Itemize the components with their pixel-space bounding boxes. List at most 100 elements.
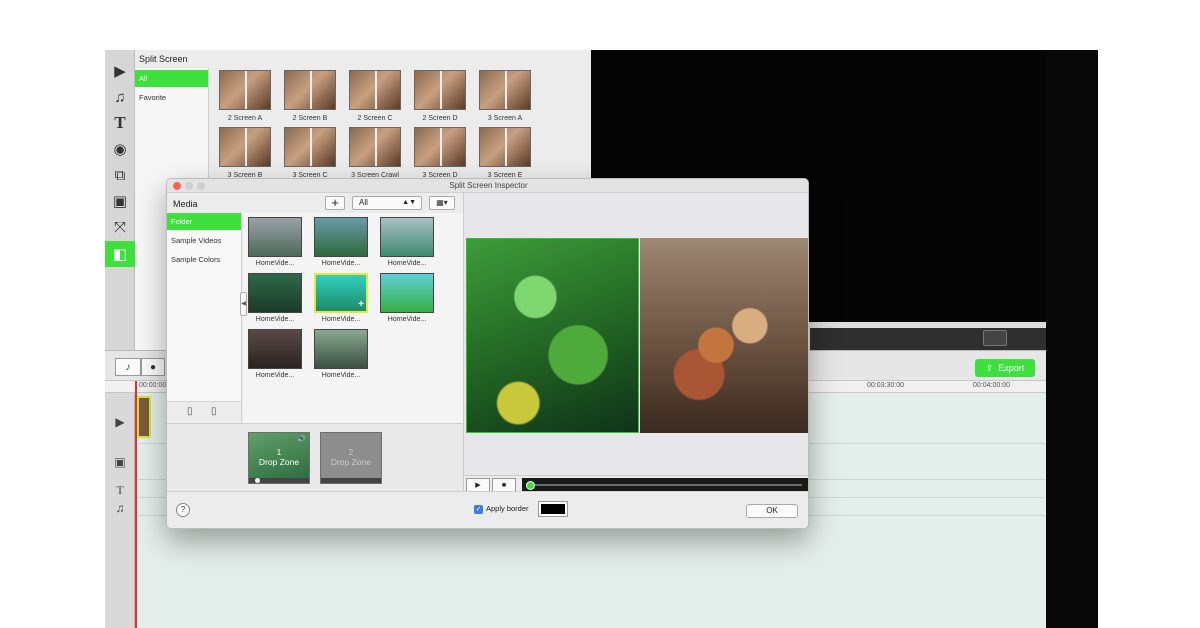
media-icon[interactable]: ▶ [107,60,133,82]
add-media-button[interactable]: + [325,196,345,210]
overlay-icon[interactable]: ⧉ [107,164,133,186]
export-icon: ⇪ [985,362,994,373]
media-thumbnail [380,273,434,313]
split-preset-2-screen-b[interactable]: 2 Screen B [282,70,338,126]
split-preset-3-screen-d[interactable]: 3 Screen D [412,127,468,183]
media-item[interactable]: HomeVide... [313,329,369,383]
media-name: HomeVide... [321,372,361,379]
play-icon[interactable]: ▶ [466,478,490,492]
export-label: Export [998,363,1025,373]
text-track-icon: T [116,483,124,497]
media-item[interactable]: HomeVide... [379,217,435,271]
microphone-icon[interactable]: ● [141,358,165,376]
speaker-icon[interactable]: 🔊 [297,435,306,443]
split-preset-3-screen-a[interactable]: 3 Screen A [477,70,533,126]
window-backdrop [1046,50,1098,628]
media-thumbnail [248,217,302,257]
split-preset-2-screen-a[interactable]: 2 Screen A [217,70,273,126]
media-name: HomeVide... [387,316,427,323]
music-track-icon: ♫ [115,501,125,515]
drop-zone-label: Drop Zone [258,457,300,467]
media-header: Media [173,199,198,209]
media-grid: HomeVide... HomeVide... HomeVide... Home… [243,213,463,460]
preview-controls [810,328,1046,350]
preset-thumbnail [479,127,531,167]
split-preset-2-screen-c[interactable]: 2 Screen C [347,70,403,126]
preview-scrubber[interactable] [522,478,808,492]
drop-zone-number: 2 [348,448,354,457]
media-item[interactable]: HomeVide... [379,273,435,327]
dialog-title: Split Screen Inspector [449,181,528,190]
preset-thumbnail [284,127,336,167]
sidebar-item-folder[interactable]: Folder [167,213,241,230]
border-color-swatch[interactable] [538,501,568,517]
tool-rail: ▶ ♫ T ◉ ⧉ ▣ ⤧ ◧ [105,50,135,350]
help-button[interactable]: ? [176,503,190,517]
media-thumbnail [314,217,368,257]
video-clip[interactable] [137,396,151,438]
apply-border-checkbox[interactable]: ✓ [474,505,483,514]
media-item-selected[interactable]: + HomeVide... [313,273,369,327]
music-icon[interactable]: ♫ [107,86,133,108]
preset-label: 2 Screen A [227,115,263,122]
media-name: HomeVide... [255,260,295,267]
split-preset-3-screen-c[interactable]: 3 Screen C [282,127,338,183]
media-thumbnail: + [314,273,368,313]
media-item[interactable]: HomeVide... [313,217,369,271]
track-headers: ▶ ▣ T ♫ [105,393,135,628]
element-icon[interactable]: ▣ [107,190,133,212]
media-item[interactable]: HomeVide... [247,273,303,327]
drop-zone-knob[interactable] [255,478,260,483]
preset-thumbnail [414,70,466,110]
split-preset-3-screen-crawl[interactable]: 3 Screen Crawl [347,127,403,183]
sidebar-footer: ▯ ▯ [167,401,242,423]
sidebar-item-sample-videos[interactable]: Sample Videos [167,232,241,249]
add-folder-icon[interactable]: ▯ [187,406,193,417]
ok-button[interactable]: OK [746,504,798,518]
media-name: HomeVide... [321,260,361,267]
category-favorite[interactable]: Favorite [135,89,208,106]
view-mode-grid-icon[interactable]: ▦▾ [429,196,455,210]
split-screen-icon[interactable]: ◧ [105,241,135,267]
split-preset-3-screen-e[interactable]: 3 Screen E [477,127,533,183]
ruler-label: 00:04:00:00 [973,382,1010,389]
audio-edit-icon[interactable]: ♪ [115,358,141,376]
split-preview-left[interactable] [466,238,639,433]
drop-zone-1[interactable]: 🔊 1 Drop Zone [248,432,310,484]
drop-zone-2[interactable]: 2 Drop Zone [320,432,382,484]
filter-value: All [359,198,368,207]
playhead[interactable] [135,381,137,628]
split-preset-3-screen-b[interactable]: 3 Screen B [217,127,273,183]
remove-folder-icon[interactable]: ▯ [211,406,217,417]
ruler-label: 00:03:30:00 [867,382,904,389]
snapshot-camera-icon[interactable] [983,330,1007,346]
preset-label: 3 Screen A [487,115,523,122]
split-preview-right[interactable] [640,238,808,433]
plus-icon: + [358,299,364,310]
media-thumbnail [314,329,368,369]
media-thumbnail [248,273,302,313]
preset-thumbnail [219,70,271,110]
split-preset-2-screen-d[interactable]: 2 Screen D [412,70,468,126]
collapse-sidebar-handle[interactable]: ◀ [240,292,247,316]
dropzone-area: 🔊 1 Drop Zone 2 Drop Zone [167,423,463,491]
preset-thumbnail [349,127,401,167]
stop-icon[interactable]: ■ [492,478,516,492]
dialog-titlebar: Split Screen Inspector [167,179,808,193]
sidebar-item-sample-colors[interactable]: Sample Colors [167,251,241,268]
media-item[interactable]: HomeVide... [247,217,303,271]
text-icon[interactable]: T [107,112,133,134]
preset-thumbnail [414,127,466,167]
media-sidebar: Folder Sample Videos Sample Colors [167,213,242,423]
drop-zone-progress [249,478,309,483]
media-filter-select[interactable]: All ▲▼ [352,196,422,210]
media-item[interactable]: HomeVide... [247,329,303,383]
drop-zone-label: Drop Zone [330,457,372,467]
transition-icon[interactable]: ⤧ [107,216,133,238]
preset-thumbnail [479,70,531,110]
category-all[interactable]: All [135,70,208,87]
filter-icon[interactable]: ◉ [107,138,133,160]
export-button[interactable]: ⇪ Export [975,359,1035,377]
scrubber-knob[interactable] [526,481,535,490]
media-name: HomeVide... [255,316,295,323]
